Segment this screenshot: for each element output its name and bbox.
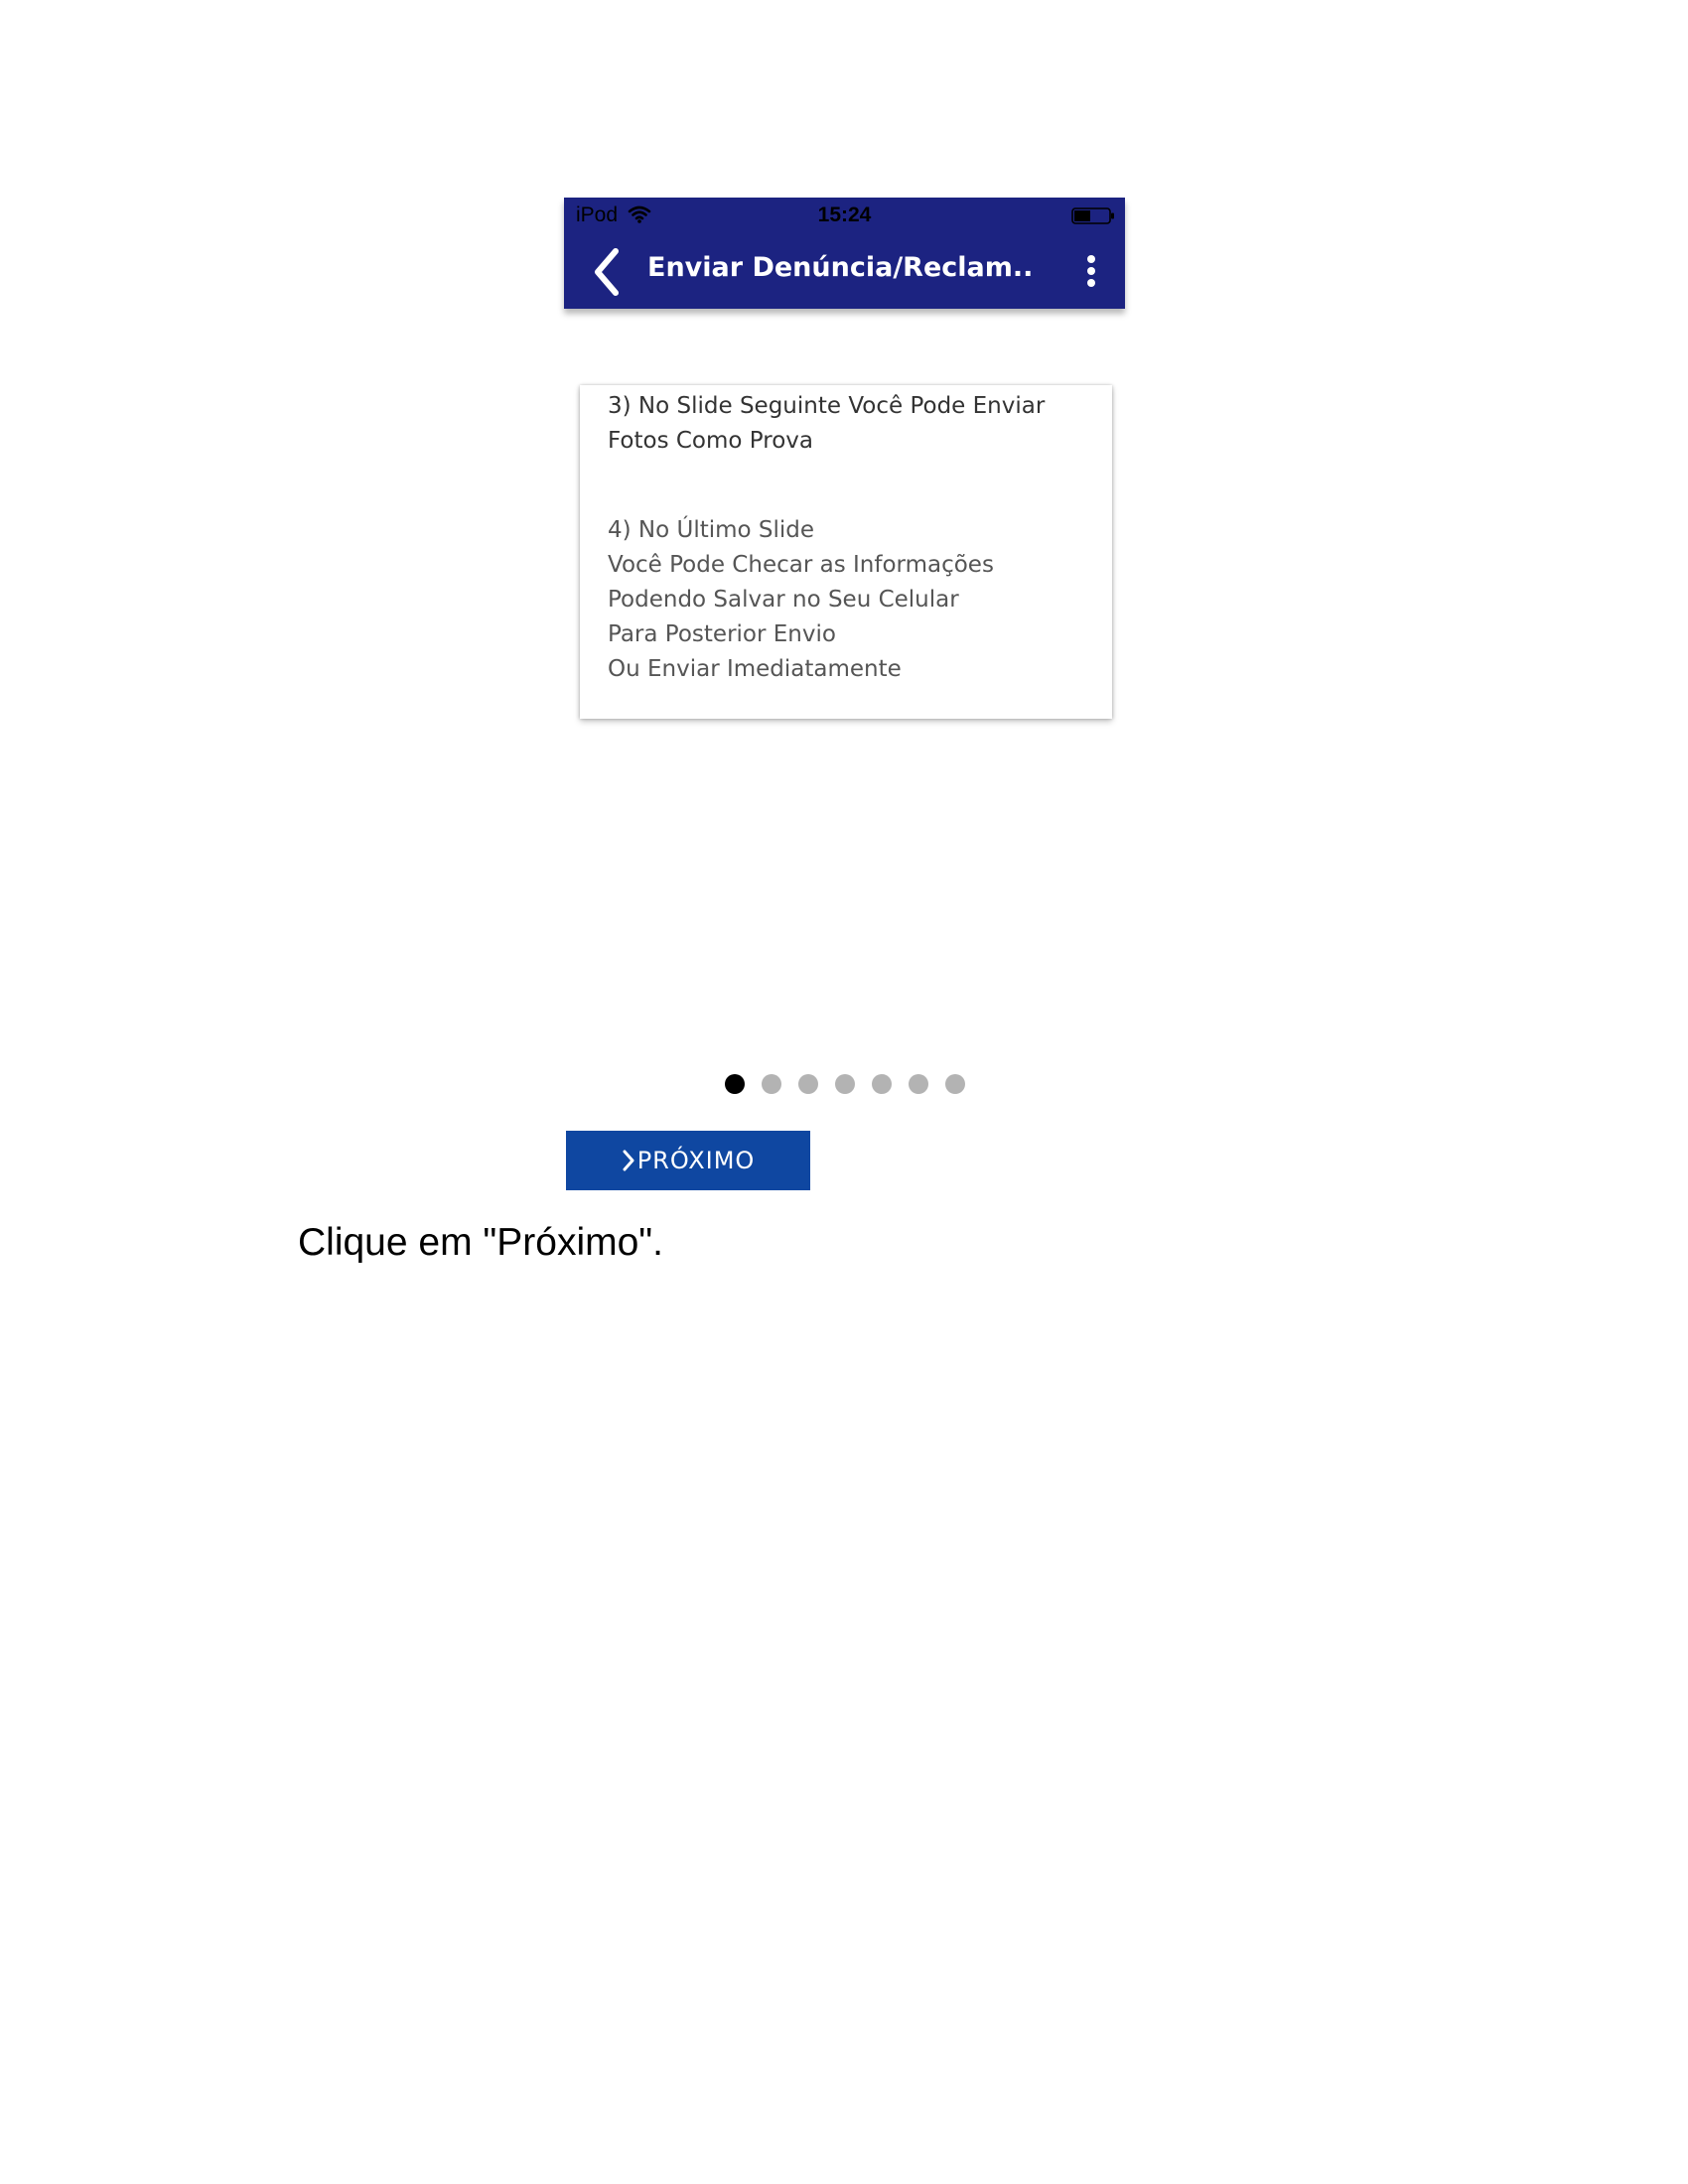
step-3-line: Fotos Como Prova xyxy=(608,428,813,454)
instruction-caption: Clique em "Próximo". xyxy=(298,1221,663,1264)
chevron-left-icon xyxy=(595,248,619,296)
pager-dot[interactable] xyxy=(762,1074,781,1094)
pager-dot[interactable] xyxy=(945,1074,965,1094)
status-time: 15:24 xyxy=(817,204,872,226)
menu-dot xyxy=(1087,267,1095,275)
battery-icon xyxy=(1071,207,1114,224)
step-3-text: 3) No Slide Seguinte Você Pode Enviar Fo… xyxy=(608,389,1104,459)
back-button[interactable] xyxy=(586,245,626,299)
step-4-line: Você Pode Checar as Informações xyxy=(608,552,994,578)
step-4-line: Podendo Salvar no Seu Celular xyxy=(608,587,959,613)
status-bar: iPod 15:24 xyxy=(564,198,1125,235)
step-4-text: 4) No Último Slide Você Pode Checar as I… xyxy=(608,513,1104,687)
step-4-line: Ou Enviar Imediatamente xyxy=(608,656,902,682)
chevron-right-icon xyxy=(623,1150,634,1171)
pager-dot[interactable] xyxy=(872,1074,892,1094)
menu-dot xyxy=(1087,255,1095,263)
page-title: Enviar Denúncia/Reclam... xyxy=(647,252,1035,283)
more-vertical-icon[interactable] xyxy=(1085,255,1097,289)
step-3-line: 3) No Slide Seguinte Você Pode Enviar xyxy=(608,393,1046,419)
pager-dot[interactable] xyxy=(909,1074,928,1094)
menu-dot xyxy=(1087,279,1095,287)
step-4-line: Para Posterior Envio xyxy=(608,621,836,647)
instruction-card: 3) No Slide Seguinte Você Pode Enviar Fo… xyxy=(580,385,1112,719)
step-4-line: 4) No Último Slide xyxy=(608,517,815,543)
next-button-label: PRÓXIMO xyxy=(636,1147,756,1174)
next-button[interactable]: PRÓXIMO xyxy=(566,1131,810,1190)
app-bar: iPod 15:24 Enviar Denúncia/Reclam... xyxy=(564,198,1125,309)
pager-dot[interactable] xyxy=(798,1074,818,1094)
pager-dot[interactable] xyxy=(835,1074,855,1094)
pager-dot-active[interactable] xyxy=(725,1074,745,1094)
